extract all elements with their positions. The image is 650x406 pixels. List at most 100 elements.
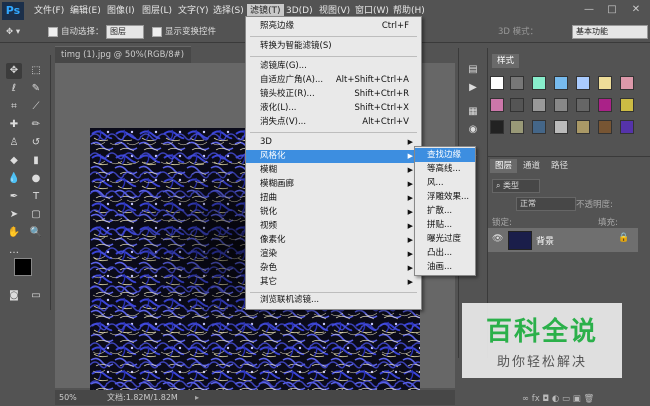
style-swatch[interactable]	[554, 76, 568, 90]
menu-file[interactable]: 文件(F)	[31, 4, 67, 18]
menu-item-blur-gallery[interactable]: 模糊画廊 ▶	[246, 178, 421, 191]
style-swatch[interactable]	[490, 98, 504, 112]
eraser-tool-icon[interactable]: ◆	[6, 153, 22, 169]
submenu-item-tiles[interactable]: 拼贴...	[415, 218, 475, 232]
menu-item-blur[interactable]: 模糊 ▶	[246, 164, 421, 177]
menu-image[interactable]: 图像(I)	[104, 4, 138, 18]
move-tool-icon[interactable]: ✥	[6, 63, 22, 79]
auto-select-checkbox[interactable]: 自动选择：	[48, 26, 104, 38]
menu-item-convert-smart-filter[interactable]: 转换为智能滤镜(S)	[246, 40, 421, 53]
style-swatch[interactable]	[576, 120, 590, 134]
menu-item-filter-gallery[interactable]: 滤镜库(G)...	[246, 60, 421, 73]
submenu-item-wind[interactable]: 风...	[415, 176, 475, 190]
submenu-item-oil-paint[interactable]: 油画...	[415, 260, 475, 274]
show-transform-checkbox[interactable]: 显示变换控件	[152, 26, 216, 38]
tab-layers[interactable]: 图层	[490, 159, 518, 173]
style-swatch[interactable]	[532, 120, 546, 134]
menu-item-noise[interactable]: 杂色 ▶	[246, 262, 421, 275]
style-swatch[interactable]	[598, 120, 612, 134]
actions-play-icon[interactable]: ▶	[465, 80, 481, 96]
style-swatch[interactable]	[532, 98, 546, 112]
hand-tool-icon[interactable]: ✋	[6, 225, 22, 241]
move-tool-icon[interactable]: ✥ ▾	[6, 26, 20, 38]
menu-item-adaptive-wide-angle[interactable]: 自适应广角(A)... Alt+Shift+Ctrl+A	[246, 74, 421, 87]
style-swatch[interactable]	[532, 76, 546, 90]
layer-filter-dropdown[interactable]: ⌕ 类型	[492, 179, 540, 193]
menu-item-other[interactable]: 其它 ▶	[246, 276, 421, 289]
menu-item-3d[interactable]: 3D ▶	[246, 136, 421, 149]
menu-item-liquify[interactable]: 液化(L)... Shift+Ctrl+X	[246, 102, 421, 115]
minimize-button[interactable]: —	[580, 3, 598, 17]
document-tab[interactable]: timg (1).jpg @ 50%(RGB/8#) * ×	[55, 46, 191, 76]
workspace-dropdown[interactable]: 基本功能	[572, 25, 648, 39]
type-tool-icon[interactable]: T	[28, 189, 44, 205]
style-swatch[interactable]	[576, 98, 590, 112]
menu-item-lens-correction[interactable]: 镜头校正(R)... Shift+Ctrl+R	[246, 88, 421, 101]
menu-item-last-filter[interactable]: 照亮边缘 Ctrl+F	[246, 20, 421, 33]
screen-mode-icon[interactable]: ▭	[28, 288, 44, 304]
submenu-item-emboss[interactable]: 浮雕效果...	[415, 190, 475, 204]
brush-tool-icon[interactable]: ✏	[28, 117, 44, 133]
style-swatch[interactable]	[598, 98, 612, 112]
menu-item-distort[interactable]: 扭曲 ▶	[246, 192, 421, 205]
auto-select-dropdown[interactable]: 图层	[106, 25, 144, 39]
crop-tool-icon[interactable]: ⌗	[6, 99, 22, 115]
menu-item-sharpen[interactable]: 锐化 ▶	[246, 206, 421, 219]
status-menu-arrow-icon[interactable]: ▸	[195, 390, 199, 405]
maximize-button[interactable]: □	[603, 3, 621, 17]
marquee-tool-icon[interactable]: ⬚	[28, 63, 44, 79]
menu-type[interactable]: 文字(Y)	[175, 4, 212, 18]
zoom-tool-icon[interactable]: 🔍	[28, 225, 44, 241]
properties-panel-icon[interactable]: ▦	[465, 104, 481, 120]
menu-layer[interactable]: 图层(L)	[139, 4, 175, 18]
style-swatch[interactable]	[490, 120, 504, 134]
submenu-item-contour[interactable]: 等高线...	[415, 162, 475, 176]
blur-tool-icon[interactable]: 💧	[6, 171, 22, 187]
style-swatch[interactable]	[598, 76, 612, 90]
style-swatch-none[interactable]	[490, 76, 504, 90]
clone-stamp-tool-icon[interactable]: ♙	[6, 135, 22, 151]
dodge-tool-icon[interactable]: ●	[28, 171, 44, 187]
style-swatch[interactable]	[620, 120, 634, 134]
edit-toolbar-icon[interactable]: …	[6, 243, 22, 259]
tab-channels[interactable]: 通道	[518, 159, 545, 173]
healing-tool-icon[interactable]: ✚	[6, 117, 22, 133]
gradient-tool-icon[interactable]: ▮	[28, 153, 44, 169]
menu-item-video[interactable]: 视频 ▶	[246, 220, 421, 233]
style-swatch[interactable]	[510, 120, 524, 134]
lasso-tool-icon[interactable]: ℓ	[6, 81, 22, 97]
layer-actions-icons[interactable]: ∞ fx ◘ ◐ ▭ ▣ 🗑	[522, 393, 594, 405]
style-swatch[interactable]	[554, 98, 568, 112]
adjustments-panel-icon[interactable]: ◉	[465, 122, 481, 138]
layer-name[interactable]: 背景	[536, 234, 554, 247]
tab-paths[interactable]: 路径	[546, 159, 573, 173]
style-swatch[interactable]	[510, 76, 524, 90]
menu-item-render[interactable]: 渲染 ▶	[246, 248, 421, 261]
style-swatch[interactable]	[510, 98, 524, 112]
layer-row-background[interactable]: 👁 背景 🔒	[488, 228, 638, 252]
menu-item-browse-online-filters[interactable]: 浏览联机滤镜...	[246, 294, 421, 307]
style-swatch[interactable]	[576, 76, 590, 90]
menu-select[interactable]: 选择(S)	[210, 4, 247, 18]
history-panel-icon[interactable]: ▤	[465, 62, 481, 78]
zoom-level[interactable]: 50%	[59, 390, 77, 405]
submenu-item-solarize[interactable]: 曝光过度	[415, 232, 475, 246]
blend-mode-dropdown[interactable]: 正常	[516, 197, 576, 211]
visibility-eye-icon[interactable]: 👁	[492, 234, 503, 244]
submenu-item-extrude[interactable]: 凸出...	[415, 246, 475, 260]
close-window-button[interactable]: ✕	[627, 3, 645, 17]
history-brush-tool-icon[interactable]: ↺	[28, 135, 44, 151]
menu-item-pixelate[interactable]: 像素化 ▶	[246, 234, 421, 247]
quick-mask-icon[interactable]: ◙	[6, 288, 22, 304]
menu-item-stylize[interactable]: 风格化 ▶	[246, 150, 421, 163]
quick-select-tool-icon[interactable]: ✎	[28, 81, 44, 97]
style-swatch[interactable]	[554, 120, 568, 134]
menu-edit[interactable]: 编辑(E)	[67, 4, 104, 18]
tab-styles[interactable]: 样式	[492, 54, 520, 68]
menu-item-vanishing-point[interactable]: 消失点(V)... Alt+Ctrl+V	[246, 116, 421, 129]
submenu-item-diffuse[interactable]: 扩散...	[415, 204, 475, 218]
foreground-color-swatch[interactable]	[14, 258, 32, 276]
pen-tool-icon[interactable]: ✒	[6, 189, 22, 205]
style-swatch[interactable]	[620, 98, 634, 112]
submenu-item-find-edges[interactable]: 查找边缘	[415, 148, 475, 162]
